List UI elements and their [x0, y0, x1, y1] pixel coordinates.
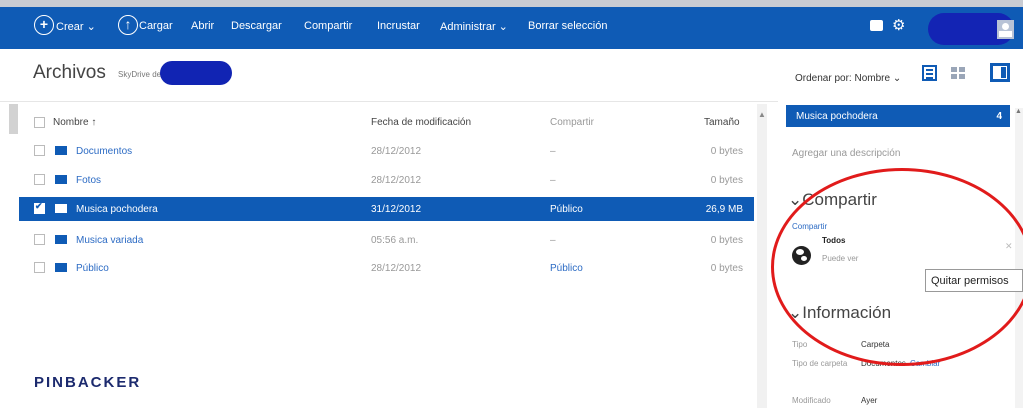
file-share: –: [550, 146, 556, 157]
page-title: Archivos: [33, 62, 106, 83]
table-row[interactable]: Fotos 28/12/2012 – 0 bytes: [19, 168, 754, 192]
gear-icon[interactable]: ⚙: [892, 16, 905, 34]
create-plus-icon[interactable]: +: [34, 15, 54, 35]
row-checkbox[interactable]: [34, 234, 45, 245]
command-toolbar: + Crear ⌄ ↑ Cargar Abrir Descargar Compa…: [0, 7, 1023, 49]
row-checkbox[interactable]: [34, 262, 45, 273]
column-size-header[interactable]: Tamaño: [704, 117, 740, 128]
watermark-text: PINBACKER: [34, 374, 142, 391]
upload-button[interactable]: Cargar: [139, 20, 173, 32]
file-name[interactable]: Público: [76, 263, 109, 274]
avatar[interactable]: [997, 20, 1014, 39]
folder-icon: [55, 146, 67, 155]
open-button[interactable]: Abrir: [191, 20, 214, 32]
embed-button[interactable]: Incrustar: [377, 20, 420, 32]
file-date: 28/12/2012: [371, 146, 422, 157]
table-row[interactable]: Público 28/12/2012 Público 0 bytes: [19, 256, 754, 280]
details-item-name: Musica pochodera: [796, 111, 878, 122]
column-name-label: Nombre: [53, 117, 89, 128]
folder-icon: [55, 263, 67, 272]
checkmark-icon: ✔: [35, 201, 43, 211]
share-button[interactable]: Compartir: [304, 20, 352, 32]
browser-top-strip: [0, 0, 1023, 7]
left-scrollbar[interactable]: [9, 104, 18, 134]
folder-icon: [55, 235, 67, 244]
sort-label: Ordenar por: Nombre: [795, 73, 891, 84]
messages-icon[interactable]: [870, 20, 883, 31]
avatar-head-icon: [1002, 23, 1009, 30]
create-button[interactable]: Crear ⌄: [56, 20, 96, 33]
file-date: 28/12/2012: [371, 175, 422, 186]
details-pane-icon[interactable]: [990, 63, 1010, 82]
file-size: 26,9 MB: [705, 204, 743, 215]
file-date: 05:56 a.m.: [371, 235, 419, 246]
file-name[interactable]: Musica pochodera: [76, 204, 158, 215]
file-name[interactable]: Musica variada: [76, 235, 143, 246]
column-name-header[interactable]: Nombre ↑: [53, 117, 96, 128]
file-share: –: [550, 175, 556, 186]
folder-type-label: Tipo de carpeta: [792, 359, 848, 368]
row-checkbox-checked[interactable]: ✔: [34, 201, 45, 214]
file-name[interactable]: Fotos: [76, 175, 101, 186]
scroll-up-icon[interactable]: ▲: [758, 110, 766, 119]
folder-icon: [55, 204, 67, 213]
manage-button[interactable]: Administrar ⌄: [440, 20, 508, 33]
modified-label: Modificado: [792, 396, 831, 405]
list-view-icon[interactable]: [922, 65, 937, 81]
details-scroll-up-icon[interactable]: ▲: [1015, 108, 1022, 115]
manage-label: Administrar: [440, 21, 496, 33]
table-row[interactable]: Documentos 28/12/2012 – 0 bytes: [19, 139, 754, 163]
file-size: 0 bytes: [710, 235, 743, 246]
list-scrollbar[interactable]: ▲: [757, 104, 767, 408]
column-share-header[interactable]: Compartir: [550, 117, 594, 128]
file-share[interactable]: Público: [550, 263, 583, 274]
upload-arrow-icon[interactable]: ↑: [118, 15, 138, 35]
modified-value: Ayer: [861, 396, 878, 405]
row-checkbox[interactable]: [34, 145, 45, 156]
file-size: 0 bytes: [710, 175, 743, 186]
breadcrumb-owner[interactable]: SkyDrive de: [118, 70, 161, 79]
download-button[interactable]: Descargar: [231, 20, 282, 32]
table-row[interactable]: Musica variada 05:56 a.m. – 0 bytes: [19, 228, 754, 252]
file-share[interactable]: Público: [550, 204, 583, 215]
table-row-selected[interactable]: ✔ Musica pochodera 31/12/2012 Público 26…: [19, 197, 754, 221]
column-date-header[interactable]: Fecha de modificación: [371, 117, 471, 128]
file-date: 28/12/2012: [371, 263, 422, 274]
sort-dropdown[interactable]: Ordenar por: Nombre ⌄: [795, 73, 901, 84]
annotation-ellipse: [771, 168, 1023, 366]
file-date: 31/12/2012: [371, 204, 422, 215]
add-description-link[interactable]: Agregar una descripción: [792, 148, 900, 159]
file-name[interactable]: Documentos: [76, 146, 132, 157]
details-count-badge: 4: [996, 111, 1002, 122]
file-size: 0 bytes: [710, 146, 743, 157]
row-checkbox[interactable]: [34, 174, 45, 185]
avatar-body-icon: [999, 31, 1012, 37]
file-share: –: [550, 235, 556, 246]
type-label: Tipo: [792, 340, 808, 349]
sort-ascending-icon: ↑: [91, 117, 97, 128]
details-title-bar: Musica pochodera 4: [786, 105, 1010, 127]
create-label: Crear: [56, 21, 84, 33]
file-size: 0 bytes: [710, 263, 743, 274]
redacted-owner-name: [160, 61, 232, 85]
select-all-checkbox[interactable]: [34, 117, 45, 128]
thumbnail-view-icon[interactable]: [951, 67, 965, 79]
clear-selection-button[interactable]: Borrar selección: [528, 20, 607, 32]
folder-icon: [55, 175, 67, 184]
